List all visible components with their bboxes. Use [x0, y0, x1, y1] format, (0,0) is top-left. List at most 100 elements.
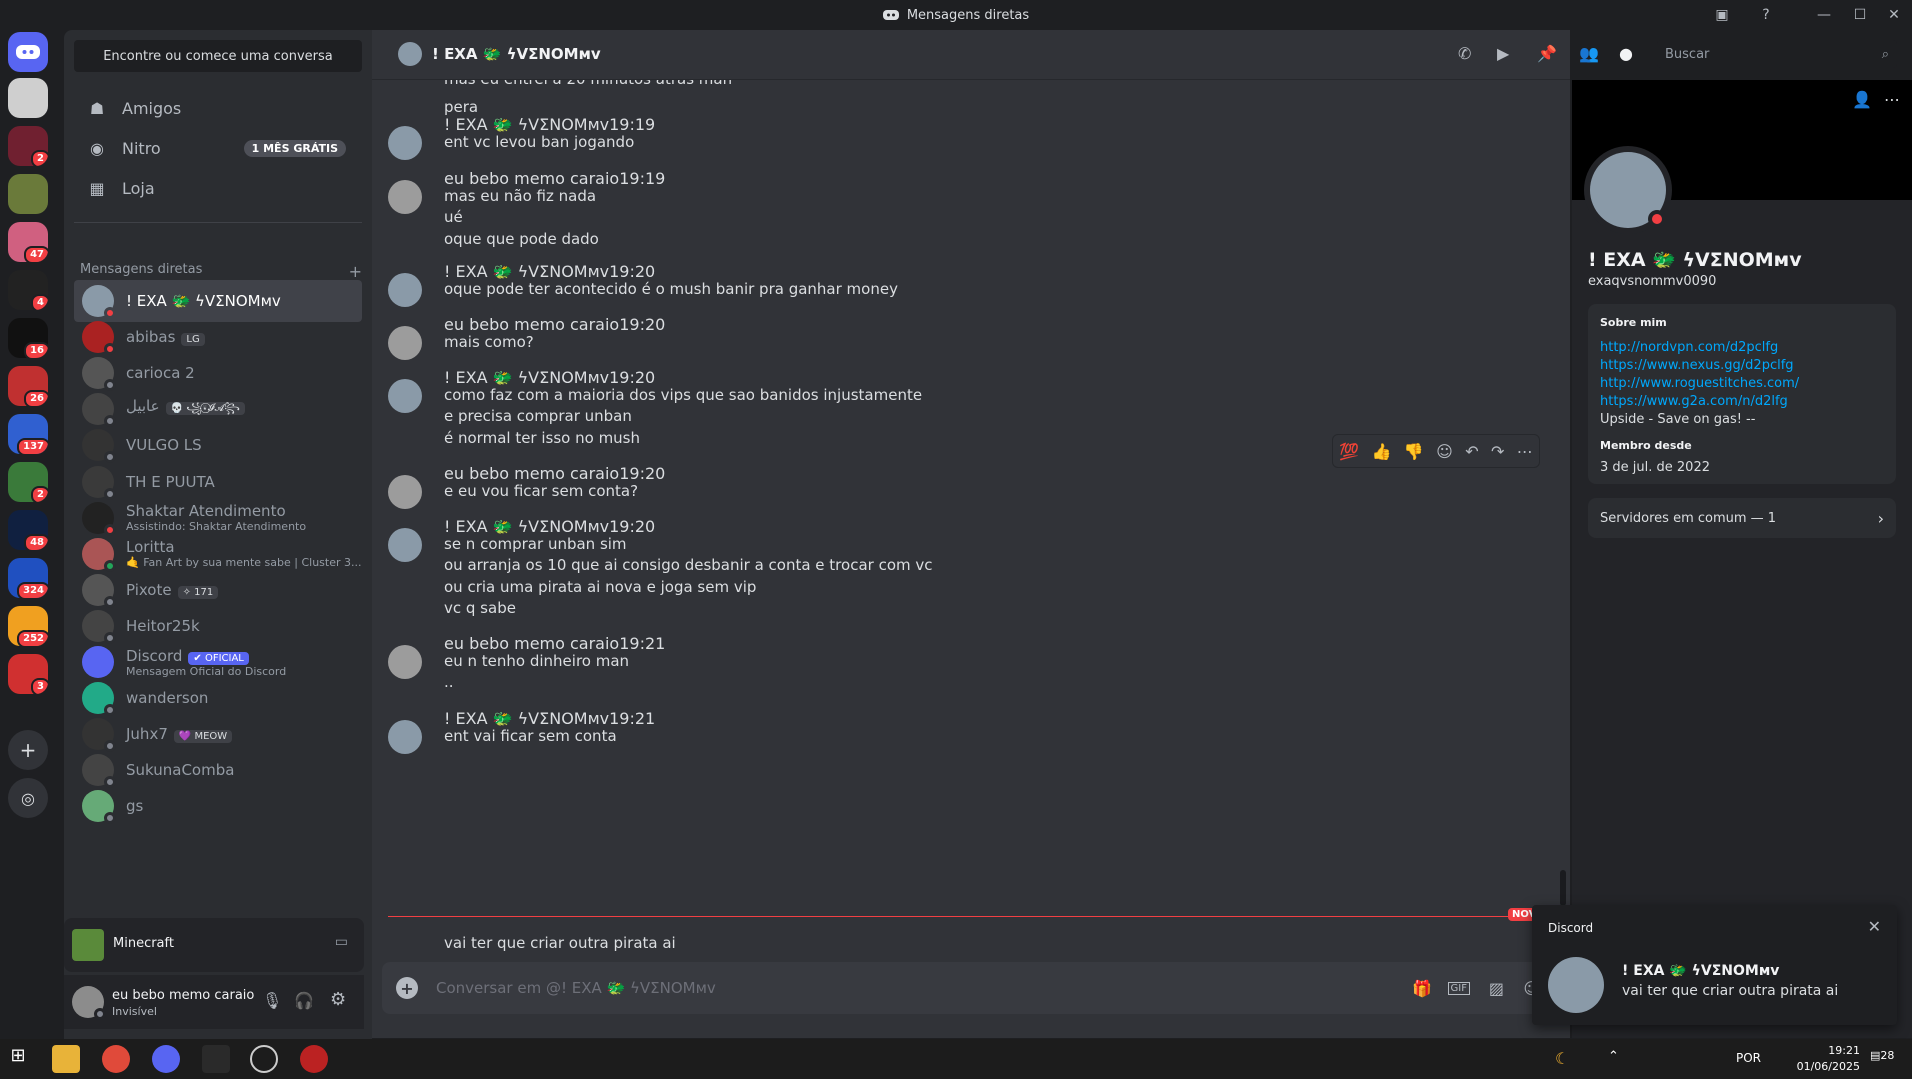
title-bar: Mensagens diretas ▣ ? — ☐ ✕	[0, 0, 1912, 30]
server-icon[interactable]	[8, 78, 48, 118]
message-author[interactable]: ! EXA 🐲 ϟVΣNOMмv19:19	[444, 115, 655, 134]
server-icon[interactable]: 48	[8, 510, 48, 550]
voice-call-icon[interactable]: ✆	[1458, 44, 1471, 63]
tray-chevron-icon[interactable]: ⌃	[1608, 1049, 1619, 1064]
server-icon[interactable]: 4	[8, 270, 48, 310]
about-link[interactable]: http://nordvpn.com/d2pclfg	[1600, 339, 1884, 357]
search-input[interactable]: Buscar ⌕	[1657, 40, 1897, 68]
avatar[interactable]	[72, 986, 106, 1020]
app-icon[interactable]	[202, 1045, 230, 1073]
night-light-icon[interactable]: ☾	[1555, 1049, 1569, 1068]
reply-icon[interactable]: ↶	[1465, 442, 1478, 461]
about-link[interactable]: https://www.g2a.com/n/d2lfg	[1600, 393, 1884, 411]
message-author[interactable]: eu bebo memo caraio19:19	[444, 169, 665, 188]
add-reaction-icon[interactable]: ☺	[1436, 442, 1453, 461]
dm-name: abibas	[126, 328, 176, 347]
stream-icon[interactable]: ▭	[335, 934, 348, 950]
minimize-button[interactable]: —	[1806, 0, 1842, 30]
video-call-icon[interactable]: ▶	[1497, 44, 1509, 63]
about-link[interactable]: https://www.nexus.gg/d2pclfg	[1600, 357, 1884, 375]
message-avatar[interactable]	[388, 720, 422, 754]
message-avatar[interactable]	[388, 126, 422, 160]
message-author[interactable]: ! EXA 🐲 ϟVΣNOMмv19:21	[444, 709, 655, 728]
tray-clock[interactable]: 19:21 01/06/2025	[1790, 1043, 1860, 1075]
reaction-100-icon[interactable]: 💯	[1339, 442, 1359, 461]
start-button[interactable]: ⊞	[4, 1045, 32, 1073]
scrollbar[interactable]	[1560, 870, 1566, 906]
create-dm-icon[interactable]: +	[349, 262, 362, 281]
message-avatar[interactable]	[388, 326, 422, 360]
message-input[interactable]: Conversar em @! EXA 🐲 ϟVΣNOMмv	[436, 979, 716, 997]
notification-center-icon[interactable]: ▤28	[1870, 1049, 1894, 1062]
avatar	[82, 465, 116, 500]
message-avatar[interactable]	[388, 528, 422, 562]
message-avatar[interactable]	[388, 273, 422, 307]
server-icon[interactable]: 2	[8, 126, 48, 166]
forward-icon[interactable]: ↷	[1491, 442, 1504, 461]
profile-avatar[interactable]	[1584, 146, 1672, 234]
add-friends-dm-icon[interactable]: 👥	[1579, 44, 1599, 63]
server-icon[interactable]: 324	[8, 558, 48, 598]
sticker-icon[interactable]: ▨	[1489, 979, 1504, 998]
maximize-button[interactable]: ☐	[1842, 0, 1878, 30]
headphones-icon[interactable]: 🎧	[294, 991, 314, 1010]
server-icon[interactable]: 252	[8, 606, 48, 646]
app-icon[interactable]	[300, 1045, 328, 1073]
reaction-thumbsup-icon[interactable]: 👍	[1372, 442, 1392, 461]
server-icon[interactable]: 137	[8, 414, 48, 454]
obs-icon[interactable]	[250, 1045, 278, 1073]
gif-icon[interactable]: GIF	[1447, 981, 1470, 995]
minecraft-icon	[72, 929, 104, 961]
file-explorer-icon[interactable]	[52, 1045, 80, 1073]
server-icon[interactable]	[8, 174, 48, 214]
message-author[interactable]: eu bebo memo caraio19:20	[444, 464, 665, 483]
discord-taskbar-icon[interactable]	[152, 1045, 180, 1073]
gift-icon[interactable]: 🎁	[1412, 979, 1432, 998]
message-avatar[interactable]	[388, 475, 422, 509]
server-icon[interactable]: 47	[8, 222, 48, 262]
nav-friends[interactable]: ☗ Amigos	[74, 88, 362, 128]
inbox-icon[interactable]: ▣	[1704, 0, 1740, 30]
find-conversation-button[interactable]: Encontre ou comece uma conversa	[74, 40, 362, 72]
explore-icon[interactable]: ◎	[8, 778, 48, 818]
add-friend-icon[interactable]: 👤	[1852, 90, 1872, 109]
message-author[interactable]: eu bebo memo caraio19:21	[444, 634, 665, 653]
message-author[interactable]: eu bebo memo caraio19:20	[444, 315, 665, 334]
message-author[interactable]: ! EXA 🐲 ϟVΣNOMмv19:20	[444, 262, 655, 281]
message-line: ué	[444, 208, 463, 227]
message-author[interactable]: ! EXA 🐲 ϟVΣNOMмv19:20	[444, 517, 655, 536]
about-link[interactable]: http://www.roguestitches.com/	[1600, 375, 1884, 393]
close-window-button[interactable]: ✕	[1876, 0, 1912, 30]
notification-toast[interactable]: Discord ✕ ! EXA 🐲 ϟVΣNOMмv vai ter que c…	[1532, 905, 1897, 1025]
pinned-messages-icon[interactable]: 📌	[1537, 44, 1557, 63]
settings-gear-icon[interactable]: ⚙	[330, 989, 346, 1010]
message-avatar[interactable]	[388, 180, 422, 214]
activity-panel[interactable]: Minecraft ▭	[64, 918, 364, 972]
user-tag: LG	[181, 333, 205, 347]
add-server-button[interactable]: +	[8, 730, 48, 770]
more-options-icon[interactable]: ⋯	[1517, 442, 1533, 461]
message-author[interactable]: ! EXA 🐲 ϟVΣNOMмv19:20	[444, 368, 655, 387]
nav-shop[interactable]: ▦ Loja	[74, 168, 362, 208]
chrome-icon[interactable]	[102, 1045, 130, 1073]
home-button[interactable]	[8, 32, 48, 72]
user-profile-icon[interactable]: ●	[1619, 44, 1633, 63]
tray-language[interactable]: POR	[1736, 1051, 1761, 1065]
microphone-icon[interactable]: 🎙	[262, 991, 282, 1010]
help-icon[interactable]: ?	[1748, 0, 1784, 30]
more-options-icon[interactable]: ⋯	[1884, 90, 1900, 109]
attach-plus-icon[interactable]: +	[396, 977, 418, 999]
mutual-servers-button[interactable]: Servidores em comum — 1 ›	[1588, 498, 1896, 538]
message-avatar[interactable]	[388, 645, 422, 679]
nav-nitro[interactable]: ◉ Nitro 1 MÊS GRÁTIS	[74, 128, 362, 168]
server-icon[interactable]: 2	[8, 462, 48, 502]
author-name: ! EXA 🐲 ϟVΣNOMмv	[444, 262, 610, 281]
dm-item[interactable]: gs	[74, 785, 362, 827]
server-icon[interactable]: 26	[8, 366, 48, 406]
close-icon[interactable]: ✕	[1868, 917, 1881, 936]
server-icon[interactable]: 16	[8, 318, 48, 358]
member-since-title: Membro desde	[1600, 439, 1692, 452]
reaction-thumbsdown-icon[interactable]: 👎	[1404, 442, 1424, 461]
message-avatar[interactable]	[388, 379, 422, 413]
server-icon[interactable]: 3	[8, 654, 48, 694]
